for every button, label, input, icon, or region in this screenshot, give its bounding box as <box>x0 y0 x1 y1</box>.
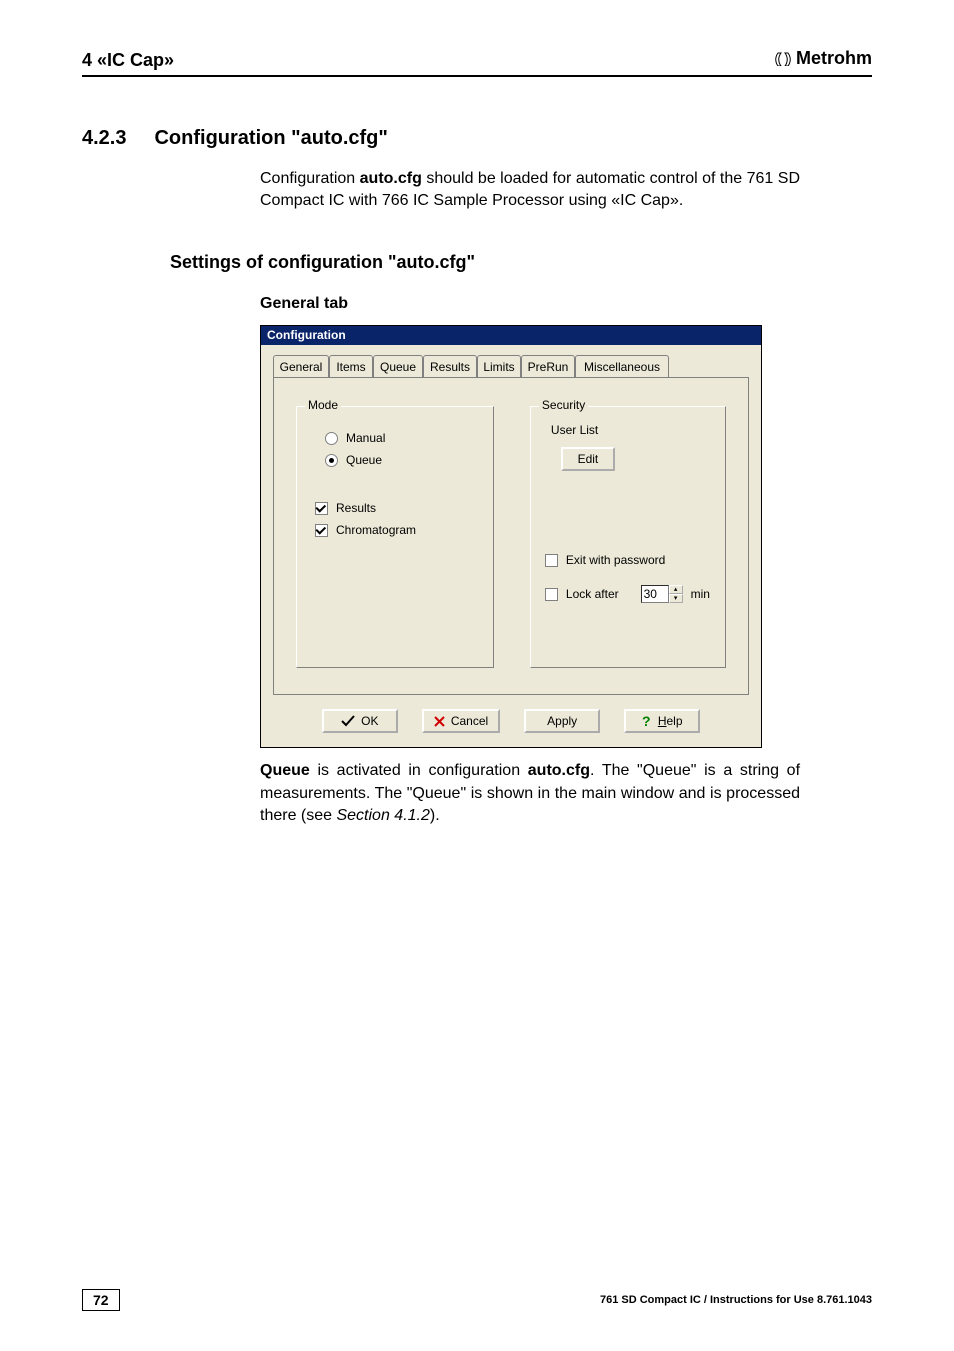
general-tab-subhead: General tab <box>260 295 872 313</box>
label-queue: Queue <box>346 453 382 467</box>
mode-legend: Mode <box>305 398 341 412</box>
page-number: 72 <box>82 1289 120 1311</box>
header-rule <box>82 75 872 77</box>
tab-limits[interactable]: Limits <box>477 355 521 377</box>
brand-name: Metrohm <box>796 48 872 69</box>
mode-fieldset: Mode Manual Queue Results <box>296 406 494 668</box>
chapter-header-left: 4 «IC Cap» <box>82 50 174 71</box>
radio-queue[interactable] <box>325 454 338 467</box>
radio-manual[interactable] <box>325 432 338 445</box>
tab-panel-general: Mode Manual Queue Results <box>273 377 749 695</box>
intro-bold-autocfg: auto.cfg <box>360 170 422 187</box>
label-exit-password: Exit with password <box>566 553 665 567</box>
ok-label: OK <box>361 714 378 728</box>
ok-button[interactable]: OK <box>322 709 398 733</box>
section-title: Configuration "auto.cfg" <box>154 127 387 150</box>
apply-button[interactable]: Apply <box>524 709 600 733</box>
tab-queue[interactable]: Queue <box>373 355 423 377</box>
after-bold-autocfg: auto.cfg <box>528 762 590 779</box>
question-icon: ? <box>642 714 652 728</box>
svg-text:?: ? <box>642 714 651 728</box>
after-bold-queue: Queue <box>260 762 310 779</box>
metrohm-logo-icon <box>774 52 792 66</box>
user-list-label: User List <box>551 423 711 437</box>
section-heading: 4.2.3 Configuration "auto.cfg" <box>82 127 872 150</box>
intro-paragraph: Configuration auto.cfg should be loaded … <box>260 168 800 213</box>
tab-miscellaneous[interactable]: Miscellaneous <box>575 355 669 377</box>
page-footer: 72 761 SD Compact IC / Instructions for … <box>82 1289 872 1311</box>
settings-subhead: Settings of configuration "auto.cfg" <box>170 252 872 273</box>
footer-doc-id: 761 SD Compact IC / Instructions for Use… <box>600 1294 872 1306</box>
intro-prefix: Configuration <box>260 170 360 187</box>
tab-strip: General Items Queue Results Limits PreRu… <box>273 355 749 377</box>
lock-after-row: Lock after 30 ▴ ▾ min <box>545 585 711 603</box>
label-chromatogram-check: Chromatogram <box>336 523 416 537</box>
label-results-check: Results <box>336 501 376 515</box>
label-manual: Manual <box>346 431 385 445</box>
dialog-titlebar: Configuration <box>261 326 761 345</box>
help-button[interactable]: ? Help <box>624 709 700 733</box>
lock-after-spin-down[interactable]: ▾ <box>669 594 683 603</box>
edit-button[interactable]: Edit <box>561 447 615 471</box>
results-check-row[interactable]: Results <box>315 501 479 515</box>
check-icon <box>341 715 355 727</box>
label-min: min <box>691 587 710 601</box>
configuration-dialog: Configuration General Items Queue Result… <box>260 325 762 748</box>
security-fieldset: Security User List Edit Exit with passwo… <box>530 406 726 668</box>
cancel-button[interactable]: Cancel <box>422 709 500 733</box>
exit-password-row[interactable]: Exit with password <box>545 553 711 567</box>
apply-label: Apply <box>547 714 577 728</box>
checkbox-lock-after[interactable] <box>545 588 558 601</box>
mode-queue-row[interactable]: Queue <box>325 453 479 467</box>
help-label: Help <box>658 714 683 728</box>
checkbox-results[interactable] <box>315 502 328 515</box>
brand-header: Metrohm <box>774 48 872 69</box>
checkbox-chromatogram[interactable] <box>315 524 328 537</box>
security-legend: Security <box>539 398 588 412</box>
after-text1: is activated in configuration <box>310 762 528 779</box>
mode-manual-row[interactable]: Manual <box>325 431 479 445</box>
tab-general[interactable]: General <box>273 355 329 377</box>
section-number: 4.2.3 <box>82 127 126 150</box>
after-text3: ). <box>430 807 440 824</box>
x-icon <box>434 716 445 727</box>
label-lock-after: Lock after <box>566 587 619 601</box>
tab-items[interactable]: Items <box>329 355 373 377</box>
after-italic-section: Section 4.1.2 <box>336 807 429 824</box>
after-paragraph: Queue is activated in configuration auto… <box>260 760 800 827</box>
checkbox-exit-password[interactable] <box>545 554 558 567</box>
chromatogram-check-row[interactable]: Chromatogram <box>315 523 479 537</box>
cancel-label: Cancel <box>451 714 488 728</box>
tab-prerun[interactable]: PreRun <box>521 355 575 377</box>
tab-results[interactable]: Results <box>423 355 477 377</box>
lock-after-input[interactable]: 30 <box>641 585 669 603</box>
lock-after-spin-up[interactable]: ▴ <box>669 585 683 594</box>
dialog-button-row: OK Cancel Apply ? Help <box>273 709 749 733</box>
